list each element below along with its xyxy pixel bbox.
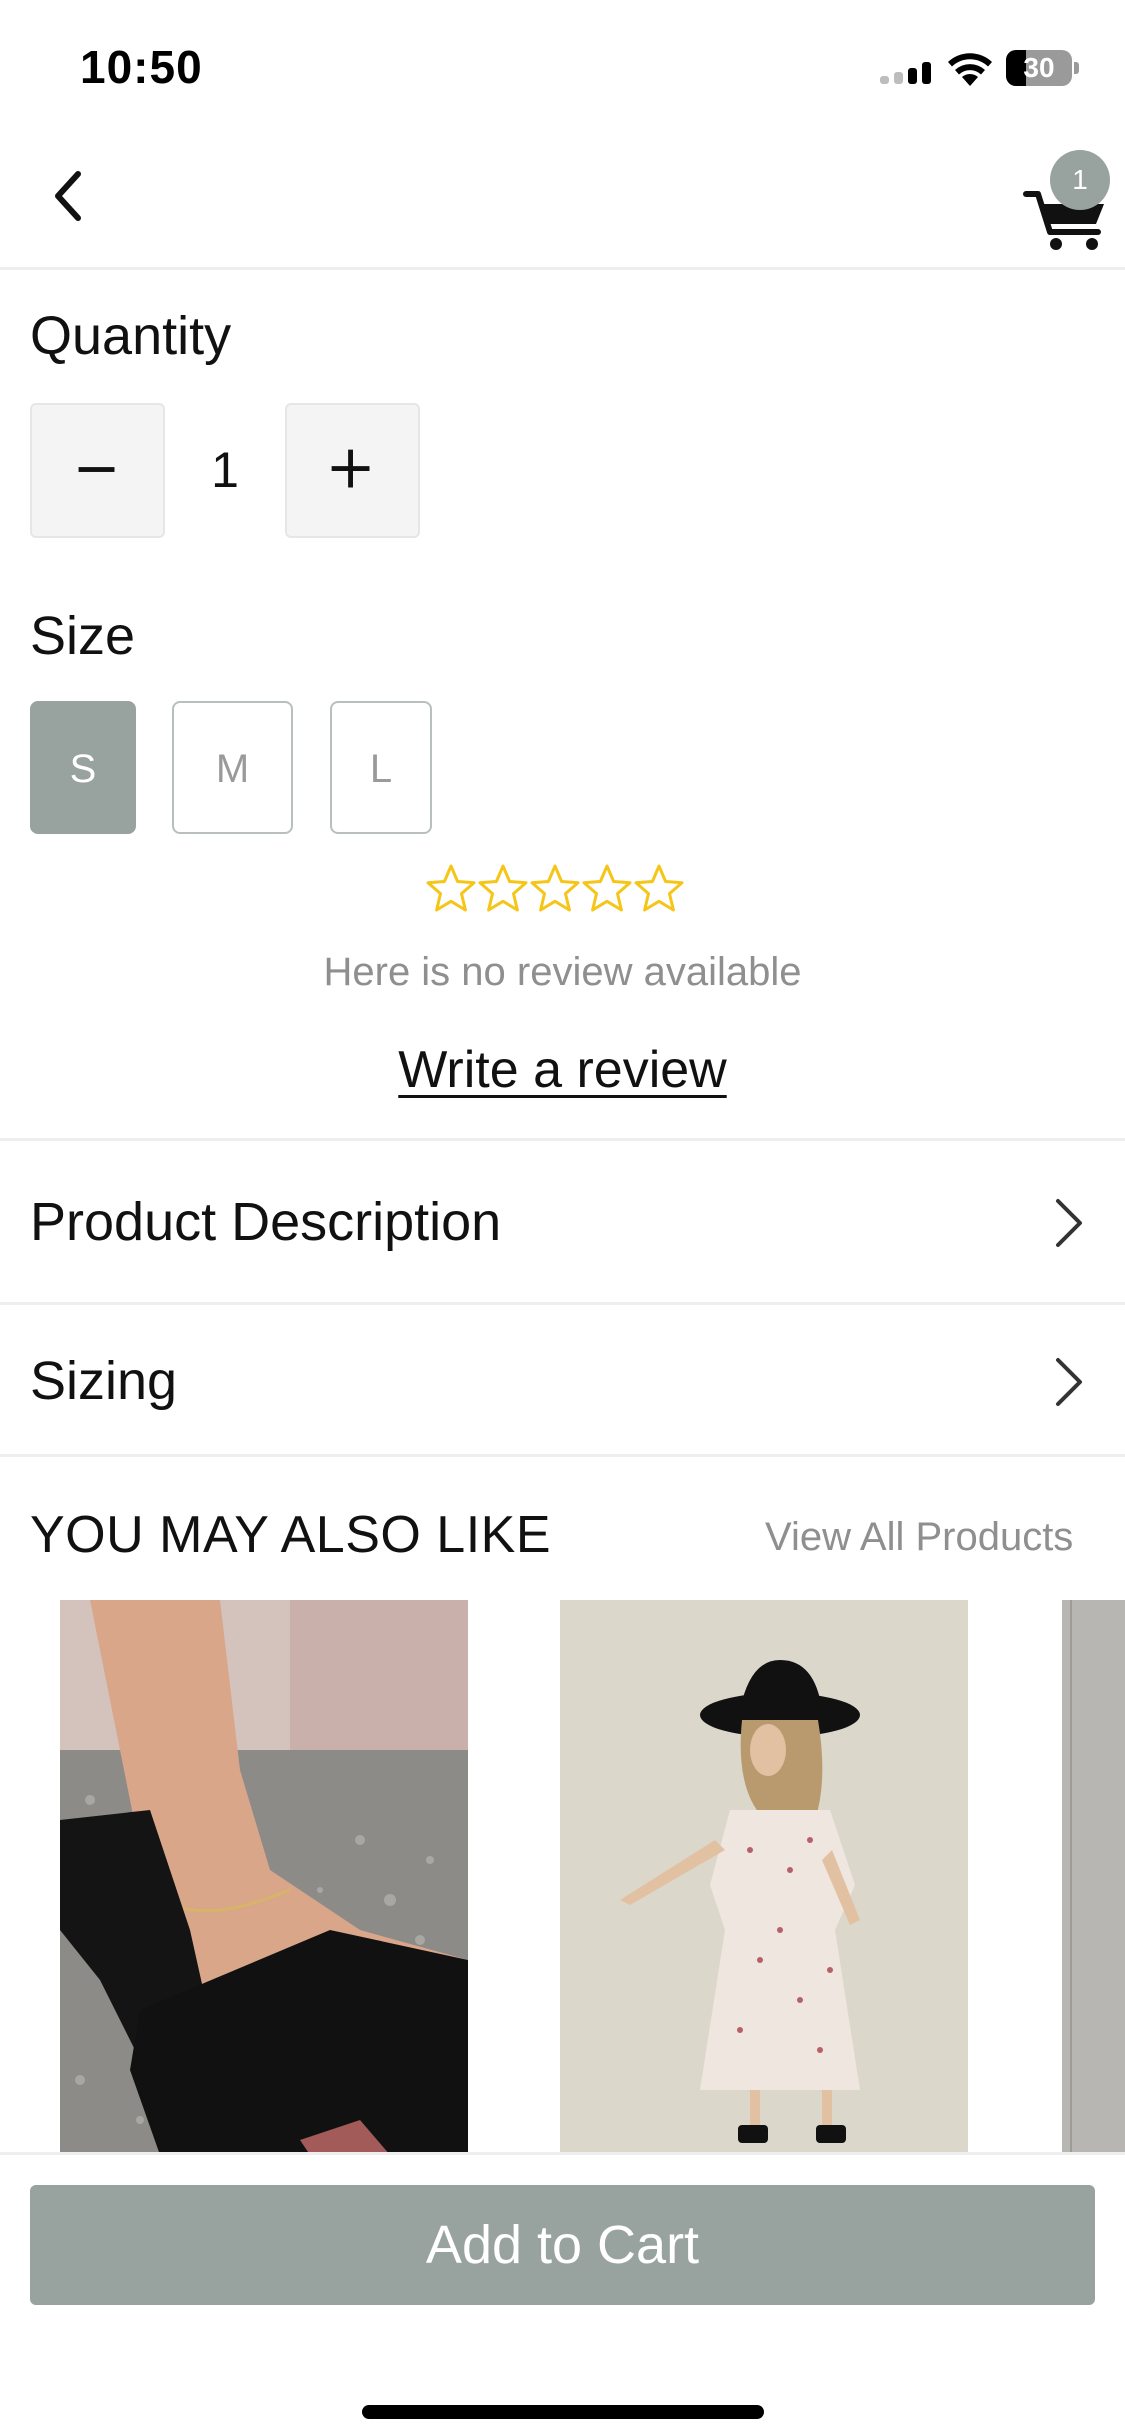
top-navigation-bar: 1 xyxy=(0,130,1125,270)
back-button[interactable] xyxy=(40,160,92,232)
product-card-partial[interactable] xyxy=(1062,1600,1125,2155)
bottom-action-bar: Add to Cart xyxy=(0,2152,1125,2436)
write-review-label: Write a review xyxy=(398,1041,727,1099)
quantity-value: 1 xyxy=(211,442,239,498)
battery-icon: 30 xyxy=(1006,50,1079,86)
sizing-row[interactable]: Sizing xyxy=(0,1300,1125,1460)
view-all-products-link[interactable]: View All Products xyxy=(765,1515,1073,1560)
chevron-right-icon xyxy=(1056,1358,1082,1406)
quantity-label: Quantity xyxy=(30,306,232,366)
size-option-m[interactable]: M xyxy=(172,701,293,834)
cellular-signal-icon xyxy=(880,62,932,84)
minus-icon xyxy=(78,467,115,472)
add-to-cart-button[interactable]: Add to Cart xyxy=(30,2185,1095,2305)
status-time: 10:50 xyxy=(80,41,203,93)
star-icon xyxy=(425,862,477,918)
home-indicator xyxy=(362,2405,764,2419)
star-icon xyxy=(581,862,633,918)
quantity-increase-button[interactable] xyxy=(285,403,420,538)
product-card-sandals[interactable] xyxy=(60,1600,468,2155)
product-description-row[interactable]: Product Description xyxy=(0,1141,1125,1301)
size-label: Size xyxy=(30,606,136,666)
product-image xyxy=(1062,1600,1125,2155)
no-review-text: Here is no review available xyxy=(323,950,802,994)
write-review-link[interactable]: Write a review xyxy=(0,1040,1125,1100)
product-image xyxy=(560,1600,968,2155)
star-icon xyxy=(633,862,685,918)
size-option-s[interactable]: S xyxy=(30,701,136,834)
size-option-l[interactable]: L xyxy=(330,701,432,834)
wifi-icon xyxy=(948,53,992,86)
recommendations-title: YOU MAY ALSO LIKE xyxy=(30,1506,552,1564)
plus-icon xyxy=(331,449,370,488)
star-icon xyxy=(477,862,529,918)
product-image xyxy=(60,1600,468,2155)
rating-stars xyxy=(425,862,685,918)
cart-button[interactable]: 1 xyxy=(1020,150,1110,250)
product-description-label: Product Description xyxy=(30,1192,502,1252)
product-card-floral-dress[interactable] xyxy=(560,1600,968,2155)
status-bar: 10:50 30 xyxy=(0,0,1125,130)
quantity-decrease-button[interactable] xyxy=(30,403,165,538)
battery-level-text: 30 xyxy=(1023,52,1055,83)
divider xyxy=(0,1454,1125,1457)
star-icon xyxy=(529,862,581,918)
chevron-right-icon xyxy=(1056,1199,1082,1247)
sizing-label: Sizing xyxy=(30,1351,178,1411)
cart-count-badge: 1 xyxy=(1050,150,1110,210)
